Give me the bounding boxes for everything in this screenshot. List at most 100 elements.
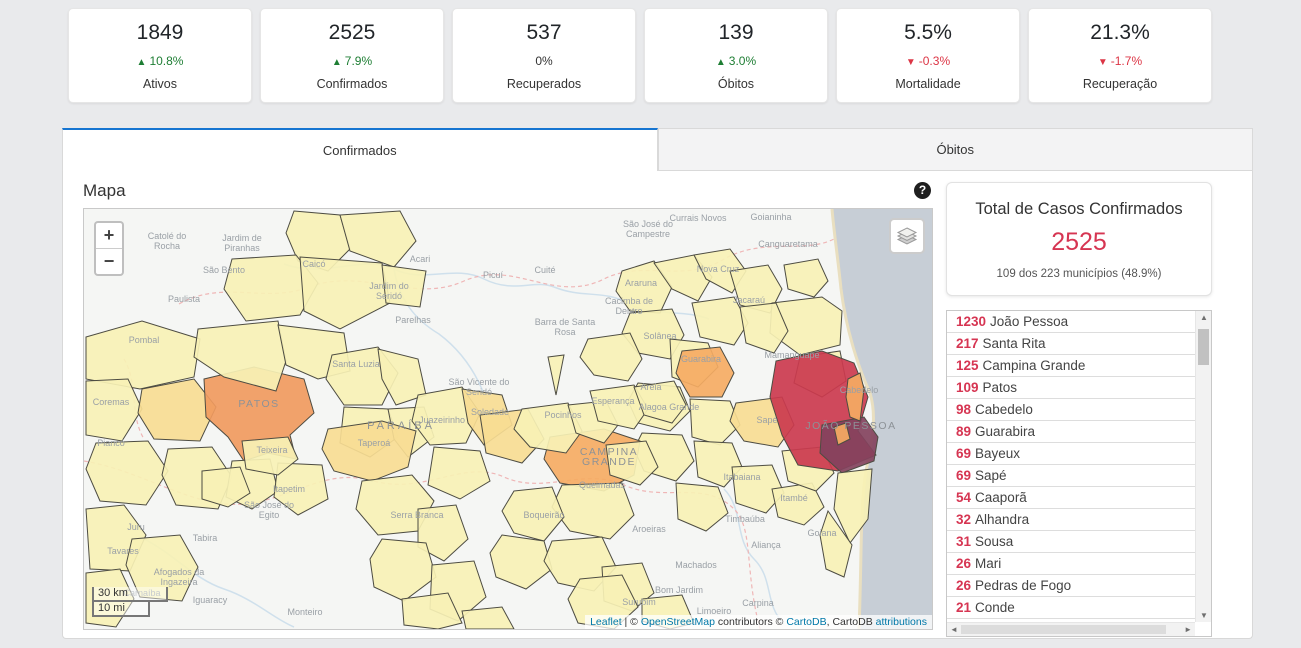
zoom-out-button[interactable]: −: [96, 249, 122, 274]
up-arrow-icon: ▲: [716, 57, 726, 68]
municipality-row[interactable]: 54Caaporã: [947, 487, 1195, 509]
scroll-up-icon[interactable]: ▲: [1196, 313, 1212, 322]
horizontal-scroll-thumb[interactable]: [961, 625, 1166, 634]
map-label: Boqueirão: [523, 510, 564, 520]
stat-delta: ▲10.8%: [137, 54, 184, 68]
map-label: Canguaretama: [758, 239, 818, 249]
map-label: Machados: [675, 560, 717, 570]
leaflet-map[interactable]: Currais NovosCatolé doRochaJardim dePira…: [83, 208, 933, 630]
map-zoom-control: + −: [94, 221, 124, 276]
municipality-count: 217: [956, 336, 979, 351]
map-label: Cabedelo: [840, 385, 879, 395]
map-label: Serra Branca: [390, 510, 443, 520]
stat-label: Óbitos: [718, 77, 754, 91]
map-label: Jardim dePiranhas: [222, 233, 262, 253]
map-label: Queimadas: [579, 480, 626, 490]
municipality-row[interactable]: 89Guarabira: [947, 421, 1195, 443]
stat-label: Ativos: [143, 77, 177, 91]
municipality-count: 125: [956, 358, 979, 373]
up-arrow-icon: ▲: [332, 57, 342, 68]
map-label: Iguaracy: [193, 595, 228, 605]
choropleth-map[interactable]: Currais NovosCatolé doRochaJardim dePira…: [84, 209, 932, 629]
tab-content-panel: Mapa ? Currais NovosCatolé doRochaJardim…: [62, 171, 1253, 639]
map-label: São Bento: [203, 265, 245, 275]
stat-label: Recuperação: [1083, 77, 1157, 91]
total-card-title: Total de Casos Confirmados: [947, 200, 1211, 219]
municipality-rows: 1230João Pessoa217Santa Rita125Campina G…: [947, 311, 1195, 622]
attribution-link[interactable]: OpenStreetMap: [641, 616, 715, 628]
map-label: Areia: [640, 382, 661, 392]
zoom-in-button[interactable]: +: [96, 223, 122, 249]
municipality-row[interactable]: 26Mari: [947, 553, 1195, 575]
map-label: Sapé: [756, 415, 777, 425]
tab-confirmados[interactable]: Confirmados: [62, 128, 658, 171]
municipality-row[interactable]: 125Campina Grande: [947, 355, 1195, 377]
map-label: Monteiro: [287, 607, 322, 617]
municipality-row[interactable]: 21 Conde: [947, 597, 1195, 619]
map-label: Surubim: [622, 597, 656, 607]
attribution-text: contributors ©: [715, 616, 786, 628]
stat-value: 5.5%: [904, 21, 952, 45]
stat-value: 21.3%: [1090, 21, 1150, 45]
down-arrow-icon: ▼: [1098, 57, 1108, 68]
municipality-count: 98: [956, 402, 971, 417]
municipality-row[interactable]: 69Bayeux: [947, 443, 1195, 465]
attribution-link[interactable]: CartoDB: [786, 616, 826, 628]
map-label: Santa Luzia: [332, 359, 380, 369]
down-arrow-icon: ▼: [906, 57, 916, 68]
municipality-row[interactable]: 31Sousa: [947, 531, 1195, 553]
municipality-name: João Pessoa: [990, 314, 1068, 329]
municipality-name: Pedras de Fogo: [975, 578, 1071, 593]
map-label: Tavares: [107, 546, 139, 556]
municipality-row[interactable]: 217Santa Rita: [947, 333, 1195, 355]
map-label: Goiana: [807, 528, 836, 538]
scroll-down-icon[interactable]: ▼: [1196, 611, 1212, 620]
municipality-row[interactable]: 1230João Pessoa: [947, 311, 1195, 333]
stat-cards-row: 1849▲10.8%Ativos2525▲7.9%Confirmados5370…: [68, 8, 1212, 103]
municipality-row[interactable]: 109 Patos: [947, 377, 1195, 399]
map-label: Taperoá: [358, 438, 391, 448]
municipality-count: 69: [956, 446, 971, 461]
stat-label: Recuperados: [507, 77, 581, 91]
help-icon[interactable]: ?: [914, 182, 931, 199]
attribution-link[interactable]: Leaflet: [590, 616, 622, 628]
municipality-name: Conde: [975, 600, 1015, 615]
attribution-link[interactable]: attributions: [876, 616, 927, 628]
layers-control[interactable]: [889, 218, 925, 254]
stat-card-confirmados: 2525▲7.9%Confirmados: [260, 8, 444, 103]
scale-km: 30 km: [92, 587, 168, 602]
vertical-scroll-thumb[interactable]: [1198, 329, 1209, 365]
map-label: Pocinhos: [544, 410, 582, 420]
municipality-name: Sousa: [975, 534, 1013, 549]
scroll-left-icon[interactable]: ◄: [950, 625, 958, 634]
layers-icon: [896, 226, 918, 246]
map-label: Aroeiras: [632, 524, 666, 534]
municipality-name: Mari: [975, 556, 1001, 571]
map-label: Parelhas: [395, 315, 431, 325]
municipality-name: Caaporã: [975, 490, 1027, 505]
map-label: Alagoa Grande: [639, 402, 700, 412]
municipality-count: 109: [956, 380, 979, 395]
vertical-scrollbar[interactable]: ▲ ▼: [1195, 311, 1211, 622]
horizontal-scrollbar[interactable]: ◄ ►: [947, 622, 1195, 636]
scroll-right-icon[interactable]: ►: [1184, 625, 1192, 634]
total-card-subtitle: 109 dos 223 municípios (48.9%): [947, 268, 1211, 280]
map-label: Picuí: [483, 270, 504, 280]
municipality-count: 32: [956, 512, 971, 527]
map-label: Jacaraú: [733, 295, 765, 305]
municipality-row[interactable]: 98Cabedelo: [947, 399, 1195, 421]
map-label: Esperança: [591, 396, 634, 406]
municipality-row[interactable]: 32Alhandra: [947, 509, 1195, 531]
total-confirmed-card: Total de Casos Confirmados 2525 109 dos …: [946, 182, 1212, 296]
tab-obitos[interactable]: Óbitos: [658, 128, 1254, 171]
municipality-row[interactable]: 26Pedras de Fogo: [947, 575, 1195, 597]
stat-value: 2525: [329, 21, 376, 45]
municipality-name: Patos: [983, 380, 1018, 395]
stat-delta-value: -0.3%: [919, 54, 950, 68]
stat-delta: 0%: [535, 54, 552, 68]
municipality-row[interactable]: 69Sapé: [947, 465, 1195, 487]
municipality-name: Sapé: [975, 468, 1007, 483]
stat-card-recuperação: 21.3%▼-1.7%Recuperação: [1028, 8, 1212, 103]
map-label: Nova Cruz: [697, 264, 740, 274]
municipality-count: 21: [956, 600, 971, 615]
